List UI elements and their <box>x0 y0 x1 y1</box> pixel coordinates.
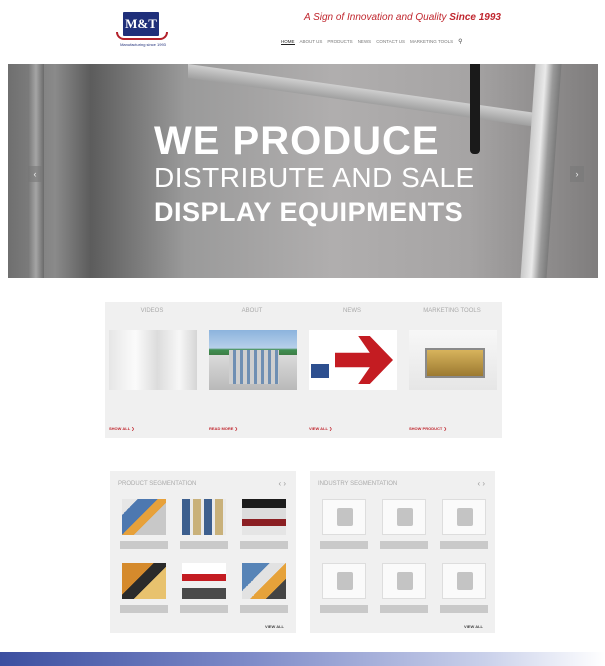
feature-marketing-tools: MARKETING TOOLS SHOW PRODUCT ❯ <box>405 302 499 438</box>
industry-item[interactable] <box>378 499 430 551</box>
industry-label <box>320 605 368 613</box>
tagline: A Sign of Innovation and Quality Since 1… <box>304 12 501 23</box>
industry-item[interactable] <box>318 563 370 615</box>
industry-icon <box>442 563 486 599</box>
product-thumb <box>122 499 166 535</box>
chevron-left-icon[interactable]: ‹ <box>28 166 42 182</box>
footer-band <box>0 652 605 666</box>
nav-contact-us[interactable]: CONTACT US <box>376 39 405 44</box>
industry-item[interactable] <box>438 499 490 551</box>
product-item[interactable] <box>118 563 170 615</box>
product-label <box>120 541 168 549</box>
feature-image[interactable] <box>309 330 397 390</box>
product-label <box>180 605 228 613</box>
carousel-nav-icon[interactable]: ‹ › <box>477 479 485 488</box>
product-item[interactable] <box>178 499 230 551</box>
industry-label <box>380 605 428 613</box>
feature-link[interactable]: SHOW ALL ❯ <box>109 426 135 431</box>
industry-label <box>440 541 488 549</box>
feature-image[interactable] <box>409 330 497 390</box>
view-all-link[interactable]: VIEW ALL <box>464 624 483 629</box>
industry-segmentation-panel: INDUSTRY SEGMENTATION ‹ › VIEW ALL <box>310 471 495 633</box>
feature-title: ABOUT <box>241 308 263 314</box>
hero-subtitle-1: DISTRIBUTE AND SALE <box>154 162 475 193</box>
feature-about: ABOUT READ MORE ❯ <box>205 302 299 438</box>
panel-title: PRODUCT SEGMENTATION <box>118 481 197 487</box>
product-thumb <box>182 499 226 535</box>
features-panel: VIDEOS SHOW ALL ❯ ABOUT READ MORE ❯ NEWS… <box>105 302 502 438</box>
industry-icon <box>322 499 366 535</box>
panel-title: INDUSTRY SEGMENTATION <box>318 481 398 487</box>
product-thumb <box>242 563 286 599</box>
product-item[interactable] <box>118 499 170 551</box>
product-label <box>180 541 228 549</box>
product-thumb <box>242 499 286 535</box>
feature-image[interactable] <box>209 330 297 390</box>
nav-products[interactable]: PRODUCTS <box>327 39 352 44</box>
product-thumb <box>182 563 226 599</box>
carousel-nav-icon[interactable]: ‹ › <box>278 479 286 488</box>
hero-frame-right <box>520 64 562 278</box>
feature-title: VIDEOS <box>140 308 164 314</box>
nav-home[interactable]: HOME <box>281 39 295 45</box>
hero-banner: WE PRODUCE DISTRIBUTE AND SALE DISPLAY E… <box>8 64 598 278</box>
product-segmentation-panel: PRODUCT SEGMENTATION ‹ › VIEW ALL <box>110 471 296 633</box>
feature-news: NEWS VIEW ALL ❯ <box>305 302 399 438</box>
industry-icon <box>442 499 486 535</box>
feature-videos: VIDEOS SHOW ALL ❯ <box>105 302 199 438</box>
product-item[interactable] <box>238 563 290 615</box>
product-item[interactable] <box>178 563 230 615</box>
industry-icon <box>382 563 426 599</box>
industry-grid <box>318 499 490 615</box>
tagline-highlight: Since 1993 <box>449 12 501 23</box>
feature-link[interactable]: VIEW ALL ❯ <box>309 426 332 431</box>
feature-link[interactable]: READ MORE ❯ <box>209 426 238 431</box>
industry-item[interactable] <box>438 563 490 615</box>
product-thumb <box>122 563 166 599</box>
feature-title: MARKETING TOOLS <box>423 308 481 314</box>
chevron-right-icon[interactable]: › <box>570 166 584 182</box>
industry-item[interactable] <box>378 563 430 615</box>
nav-news[interactable]: NEWS <box>358 39 372 44</box>
product-label <box>240 541 288 549</box>
feature-title: NEWS <box>343 308 361 314</box>
industry-label <box>440 605 488 613</box>
logo-subtext: Manufacturing since 1993 <box>120 42 166 47</box>
nav-about-us[interactable]: ABOUT US <box>300 39 323 44</box>
view-all-link[interactable]: VIEW ALL <box>265 624 284 629</box>
industry-label <box>380 541 428 549</box>
hero-cable <box>470 64 480 154</box>
feature-link[interactable]: SHOW PRODUCT ❯ <box>409 426 447 431</box>
logo-ribbon <box>116 32 168 40</box>
hero-subtitle-2: DISPLAY EQUIPMENTS <box>154 197 464 227</box>
industry-icon <box>322 563 366 599</box>
product-grid <box>118 499 290 615</box>
main-nav: HOME ABOUT US PRODUCTS NEWS CONTACT US M… <box>281 38 463 45</box>
nav-marketing-tools[interactable]: MARKETING TOOLS <box>410 39 453 44</box>
feature-image[interactable] <box>109 330 197 390</box>
hero-title: WE PRODUCE <box>154 119 440 163</box>
product-label <box>240 605 288 613</box>
tagline-prefix: A Sign of Innovation and Quality <box>304 12 447 23</box>
industry-icon <box>382 499 426 535</box>
logo[interactable]: M&T Manufacturing since 1993 <box>112 12 172 52</box>
product-item[interactable] <box>238 499 290 551</box>
industry-item[interactable] <box>318 499 370 551</box>
industry-label <box>320 541 368 549</box>
product-label <box>120 605 168 613</box>
search-icon[interactable]: ⚲ <box>458 38 462 45</box>
